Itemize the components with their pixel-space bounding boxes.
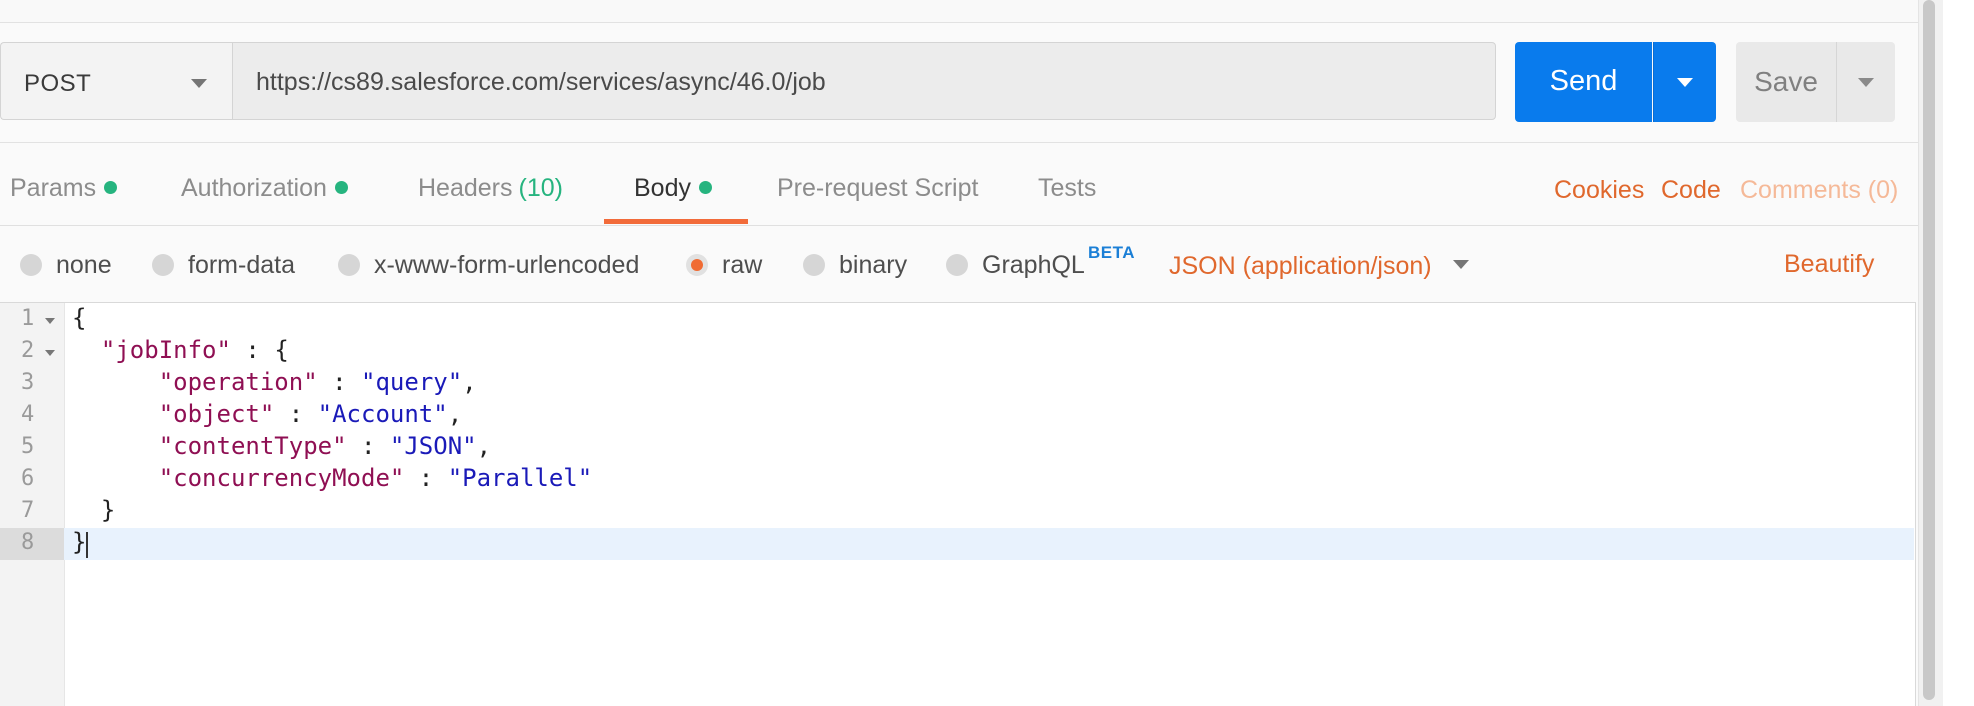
- headers-count: (10): [518, 174, 563, 202]
- fold-toggle-icon[interactable]: [45, 318, 55, 324]
- tab-label: Authorization: [181, 174, 327, 202]
- chevron-down-icon: [1677, 78, 1693, 87]
- tab-label: Params: [10, 174, 97, 202]
- url-input[interactable]: https://cs89.salesforce.com/services/asy…: [232, 42, 1496, 120]
- code-line: "operation" : "query",: [158, 368, 477, 396]
- status-dot-icon: [104, 181, 118, 194]
- top-toolbar-strip: [0, 0, 1918, 23]
- line-number: 6: [21, 466, 35, 491]
- line-number: 2: [21, 338, 35, 363]
- scrollbar-thumb[interactable]: [1923, 0, 1935, 700]
- option-label: binary: [839, 250, 908, 279]
- option-label: raw: [722, 250, 763, 279]
- code-line: {: [72, 304, 87, 332]
- tab-label: Tests: [1038, 174, 1097, 202]
- save-button[interactable]: Save: [1736, 42, 1836, 122]
- line-number: 8: [21, 530, 35, 555]
- status-dot-icon: [698, 181, 712, 194]
- active-tab-indicator: [604, 219, 748, 224]
- option-label: GraphQL: [982, 250, 1085, 279]
- save-options-button[interactable]: [1836, 42, 1895, 122]
- option-label: x-www-form-urlencoded: [374, 250, 640, 279]
- tab-body[interactable]: Body: [634, 174, 712, 203]
- url-text: https://cs89.salesforce.com/services/asy…: [256, 68, 826, 96]
- radio-icon: [803, 254, 825, 276]
- chevron-down-icon: [191, 79, 207, 88]
- send-options-button[interactable]: [1653, 42, 1716, 122]
- code-line: }: [100, 496, 116, 524]
- send-label: Send: [1549, 65, 1618, 97]
- line-number: 3: [21, 370, 35, 395]
- body-option-form-data[interactable]: form-data: [152, 249, 295, 281]
- radio-icon: [152, 254, 174, 276]
- tab-params[interactable]: Params: [10, 174, 118, 203]
- body-option-none[interactable]: none: [20, 249, 112, 281]
- option-label: form-data: [188, 250, 295, 279]
- beautify-button[interactable]: Beautify: [1784, 250, 1874, 279]
- line-number: 5: [21, 434, 35, 459]
- code-line: "jobInfo" : {: [100, 336, 289, 364]
- code-line: }: [72, 528, 87, 556]
- radio-selected-icon: [686, 254, 708, 276]
- line-number: 4: [21, 402, 35, 427]
- body-option-x-www-form-urlencoded[interactable]: x-www-form-urlencoded: [338, 249, 639, 281]
- radio-icon: [338, 254, 360, 276]
- code-link[interactable]: Code: [1661, 176, 1721, 205]
- code-line: "concurrencyMode" : "Parallel": [158, 464, 593, 492]
- tab-authorization[interactable]: Authorization: [181, 174, 348, 203]
- code-line: "contentType" : "JSON",: [158, 432, 492, 460]
- cookies-link[interactable]: Cookies: [1554, 176, 1644, 205]
- active-line-highlight: [64, 528, 1914, 560]
- beta-badge: BETA: [1088, 243, 1136, 262]
- line-number: 1: [21, 306, 35, 331]
- radio-icon: [946, 254, 968, 276]
- code-line: "object" : "Account",: [158, 400, 463, 428]
- option-label: none: [56, 250, 112, 279]
- fold-toggle-icon[interactable]: [45, 350, 55, 356]
- tab-tests[interactable]: Tests: [1038, 174, 1096, 203]
- content-type-select[interactable]: JSON (application/json): [1169, 252, 1432, 281]
- chevron-down-icon: [1858, 78, 1874, 87]
- body-option-graphql[interactable]: GraphQL: [946, 249, 1085, 281]
- window-edge: [1943, 0, 1974, 706]
- body-option-binary[interactable]: binary: [803, 249, 907, 281]
- tab-label: Body: [634, 174, 691, 202]
- method-select[interactable]: POST: [0, 42, 232, 120]
- tab-headers[interactable]: Headers (10): [418, 174, 563, 203]
- comments-link[interactable]: Comments (0): [1740, 176, 1898, 205]
- text-cursor: [86, 532, 88, 558]
- tab-label: Pre-request Script: [777, 174, 979, 202]
- status-dot-icon: [334, 181, 348, 194]
- chevron-down-icon[interactable]: [1453, 260, 1469, 269]
- body-option-raw[interactable]: raw: [686, 249, 762, 281]
- send-button[interactable]: Send: [1515, 42, 1652, 122]
- radio-icon: [20, 254, 42, 276]
- line-number: 7: [21, 498, 35, 523]
- tab-pre-request-script[interactable]: Pre-request Script: [777, 174, 978, 203]
- tab-label: Headers: [418, 174, 513, 202]
- method-label: POST: [24, 70, 92, 97]
- save-label: Save: [1754, 66, 1818, 97]
